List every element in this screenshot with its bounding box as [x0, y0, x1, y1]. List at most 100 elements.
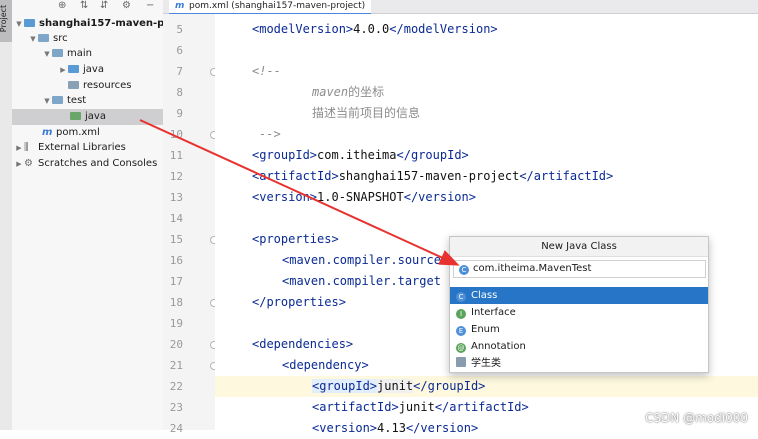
code-line-21: <dependency> — [282, 358, 369, 372]
list-item-label: Interface — [471, 307, 516, 318]
project-tree-panel: ⊕ ⇅ ⇵ ⚙ − ▼shanghai157-maven-project ▼sr… — [12, 0, 164, 430]
tree-item-label: src — [53, 33, 68, 44]
source-folder-icon — [68, 65, 79, 73]
expand-icon[interactable]: ⇵ — [100, 0, 108, 11]
folder-icon — [52, 49, 63, 57]
tab-pom-xml[interactable]: m pom.xml (shanghai157-maven-project) — [169, 0, 372, 15]
line-number: 7 — [176, 65, 183, 78]
folder-icon — [38, 34, 49, 42]
chevron-down-icon[interactable]: ▼ — [42, 93, 52, 109]
class-name-value: com.itheima.MavenTest — [473, 263, 592, 274]
class-kind-list: C Class I Interface E Enum @ Annotation 学生类 — [450, 287, 708, 372]
project-toolbar: ⊕ ⇅ ⇵ ⚙ − — [12, 0, 163, 13]
line-number: 24 — [169, 422, 183, 435]
interface-icon: I — [456, 309, 466, 319]
folder-icon — [24, 19, 35, 27]
tree-item-label: External Libraries — [38, 142, 126, 153]
chevron-right-icon[interactable]: ▶ — [14, 156, 24, 172]
code-line-22: <groupId>junit</groupId> — [312, 379, 486, 393]
code-line-11: <groupId>com.itheima</groupId> — [252, 148, 469, 162]
code-line-16: <maven.compiler.source — [282, 253, 441, 267]
line-number: 11 — [169, 149, 183, 162]
package-icon — [456, 357, 466, 367]
tree-item-scratches[interactable]: ▶ ⚙ Scratches and Consoles — [14, 156, 157, 172]
list-item-label: Enum — [471, 324, 500, 335]
tree-item-label: java — [85, 111, 106, 122]
tree-item-main-java[interactable]: ▶ java — [58, 62, 104, 78]
line-number: 17 — [169, 275, 183, 288]
collapse-icon[interactable]: ⇅ — [80, 0, 88, 11]
chevron-down-icon[interactable]: ▼ — [28, 31, 38, 47]
tree-item-label: pom.xml — [56, 127, 100, 138]
line-number: 19 — [169, 317, 183, 330]
current-line-highlight — [215, 376, 758, 397]
code-line-13: <version>1.0-SNAPSHOT</version> — [252, 190, 476, 204]
new-java-class-dialog: New Java Class Ccom.itheima.MavenTest CC… — [449, 236, 709, 373]
line-number: 20 — [169, 338, 183, 351]
line-number: 23 — [169, 401, 183, 414]
line-number: 9 — [176, 107, 183, 120]
line-number: 21 — [169, 359, 183, 372]
tree-item-test-java[interactable]: java — [12, 109, 163, 125]
chevron-down-icon[interactable]: ▼ — [42, 46, 52, 62]
tree-item-label: main — [67, 48, 92, 59]
chevron-right-icon[interactable]: ▶ — [14, 140, 24, 156]
line-number: 16 — [169, 254, 183, 267]
list-item-interface[interactable]: I Interface — [450, 304, 708, 321]
code-line-10: --> — [259, 127, 281, 141]
tree-item-label: Scratches and Consoles — [38, 158, 158, 169]
tree-item-external-libraries[interactable]: ▶ ⫼ External Libraries — [14, 140, 126, 156]
chevron-right-icon[interactable]: ▶ — [58, 62, 68, 78]
locate-icon[interactable]: ⊕ — [58, 0, 66, 11]
tab-label: pom.xml (shanghai157-maven-project) — [189, 1, 366, 11]
test-folder-icon — [70, 112, 81, 120]
list-item-class[interactable]: C Class — [450, 287, 708, 304]
line-number: 15 — [169, 233, 183, 246]
project-tool-tab-label: Project — [0, 4, 9, 33]
tree-item-resources[interactable]: resources — [68, 78, 131, 94]
gear-icon[interactable]: ⚙ — [122, 0, 131, 11]
line-number: 14 — [169, 212, 183, 225]
tree-item-label: shanghai157-maven-project — [39, 18, 164, 29]
library-icon: ⫼ — [24, 142, 29, 153]
line-number: 12 — [169, 170, 183, 183]
tree-item-label: java — [83, 64, 104, 75]
tree-item-test[interactable]: ▼ test — [42, 93, 86, 109]
line-number: 6 — [176, 44, 183, 57]
code-line-5: <modelVersion>4.0.0</modelVersion> — [252, 22, 498, 36]
code-line-18: </properties> — [252, 295, 346, 309]
list-item-template[interactable]: 学生类 — [450, 355, 708, 372]
tree-item-main[interactable]: ▼ main — [42, 46, 92, 62]
editor-gutter: 5 6 7 8 9 10 11 12 13 14 15 16 17 18 19 … — [163, 14, 218, 435]
line-number: 13 — [169, 191, 183, 204]
tree-item-pom[interactable]: m pom.xml — [42, 125, 100, 141]
code-line-9: 描述当前项目的信息 — [312, 106, 421, 120]
line-number: 22 — [169, 380, 183, 393]
code-line-24: <version>4.13</version> — [312, 421, 479, 435]
list-item-annotation[interactable]: @ Annotation — [450, 338, 708, 355]
project-tool-tab[interactable]: Project — [0, 0, 12, 42]
code-line-20: <dependencies> — [252, 337, 354, 351]
list-item-label: Class — [471, 290, 498, 301]
code-line-7: <!-- — [252, 64, 281, 78]
class-name-input[interactable]: Ccom.itheima.MavenTest — [453, 260, 706, 278]
editor-tab-bar: m pom.xml (shanghai157-maven-project) — [163, 0, 758, 15]
scratches-icon: ⚙ — [24, 158, 33, 169]
code-line-17: <maven.compiler.target — [282, 274, 441, 288]
dialog-title: New Java Class — [450, 237, 708, 257]
line-number: 5 — [176, 23, 183, 36]
class-icon: C — [459, 265, 469, 275]
folder-icon — [52, 96, 63, 104]
line-number: 8 — [176, 86, 183, 99]
hide-icon[interactable]: − — [146, 0, 154, 11]
tree-item-label: resources — [83, 80, 132, 91]
tree-item-label: test — [67, 95, 87, 106]
watermark: CSDN @modi000 — [645, 411, 748, 425]
tree-item-src[interactable]: ▼ src — [28, 31, 68, 47]
list-item-enum[interactable]: E Enum — [450, 321, 708, 338]
chevron-down-icon[interactable]: ▼ — [14, 16, 24, 32]
tree-item-project[interactable]: ▼ shanghai157-maven-project — [14, 16, 164, 32]
enum-icon: E — [456, 326, 466, 336]
class-icon: C — [456, 292, 466, 302]
resources-folder-icon — [68, 81, 79, 89]
